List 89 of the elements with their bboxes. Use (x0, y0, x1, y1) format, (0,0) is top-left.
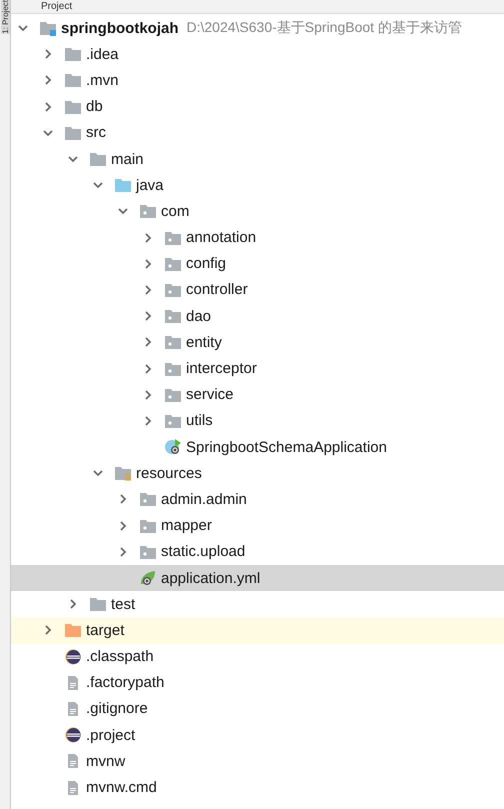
folder-icon (64, 124, 82, 141)
leaf-icon (139, 570, 157, 586)
tree-item[interactable]: .project (11, 722, 504, 748)
item-name: dao (186, 308, 212, 325)
item-name: .idea (86, 46, 119, 63)
folder-icon (89, 151, 107, 168)
item-name: mapper (161, 517, 212, 534)
item-name: SpringbootSchemaApplication (186, 438, 387, 456)
tree-item[interactable]: dao (11, 303, 504, 330)
module-folder-icon (39, 20, 57, 36)
tree-item[interactable]: .gitignore (11, 696, 504, 722)
eclipse-icon (64, 727, 82, 744)
project-path: D:\2024\S630-基于SpringBoot 的基于来访管 (186, 19, 462, 38)
package-folder-icon (164, 308, 182, 324)
folder-icon (64, 98, 82, 115)
tree-item[interactable]: db (11, 94, 504, 120)
tree-item[interactable]: .idea (11, 41, 504, 68)
item-name: interceptor (186, 360, 257, 378)
tree-item[interactable]: service (11, 382, 504, 408)
package-folder-icon (164, 386, 182, 403)
item-name: config (186, 255, 226, 272)
item-name: .mvn (86, 72, 119, 89)
item-name: service (186, 386, 234, 404)
tree-item[interactable]: main (11, 146, 504, 172)
folder-icon (89, 596, 107, 612)
item-name: main (111, 150, 144, 168)
tree-item[interactable]: target (11, 617, 504, 644)
package-folder-icon (164, 412, 182, 429)
tree-item[interactable]: mvnw.cmd (11, 774, 504, 801)
tree-item[interactable]: interceptor (11, 355, 504, 382)
package-folder-icon (164, 256, 182, 272)
item-name: static.upload (161, 543, 246, 560)
item-name: test (111, 596, 136, 613)
item-name: utils (186, 412, 213, 430)
package-folder-icon (164, 334, 182, 350)
item-name: mvnw.cmd (86, 779, 157, 796)
spring-class-icon (164, 439, 182, 456)
item-name: .classpath (86, 648, 154, 666)
item-name: com (161, 202, 190, 220)
item-name: application.yml (161, 570, 260, 587)
tree-item[interactable]: java (11, 172, 504, 198)
panel-title[interactable]: Project (41, 1, 72, 12)
tree-item[interactable]: mapper (11, 512, 504, 539)
tree-item[interactable]: src (11, 120, 504, 146)
project-root-row[interactable]: springbootkojah D:\2024\S630-基于SpringBoot 的基于来访管 (11, 15, 504, 42)
package-folder-icon (164, 360, 182, 377)
item-name: admin.admin (161, 490, 247, 508)
item-name: db (86, 98, 103, 116)
item-name: entity (186, 334, 222, 351)
item-name: java (136, 176, 164, 194)
item-name: .factorypath (86, 674, 164, 692)
project-tool-tab[interactable]: 1: Project (0, 0, 10, 34)
item-name: controller (186, 281, 248, 298)
tree-item[interactable]: com (11, 198, 504, 224)
tree-item[interactable]: application.yml (11, 564, 504, 592)
tree-item[interactable]: SpringbootSchemaApplication (11, 434, 504, 460)
item-name: springbootkojah (61, 20, 178, 37)
package-folder-icon (139, 203, 157, 220)
eclipse-icon (64, 648, 82, 665)
item-name: .project (86, 726, 136, 744)
package-folder-icon (164, 230, 182, 246)
tree-item[interactable]: .mvn (11, 67, 504, 94)
tree-item[interactable]: .factorypath (11, 670, 504, 696)
tree-item[interactable]: utils (11, 408, 504, 434)
tree-item[interactable]: mvnw (11, 748, 504, 774)
package-folder-icon (139, 518, 157, 534)
tree-item[interactable]: entity (11, 329, 504, 356)
tree-item[interactable]: config (11, 250, 504, 277)
tree-item[interactable]: test (11, 591, 504, 618)
tree-item[interactable]: static.upload (11, 538, 504, 565)
tree-item[interactable]: .classpath (11, 644, 504, 670)
package-folder-icon (164, 282, 182, 298)
folder-icon (64, 46, 82, 62)
tree-item[interactable]: annotation (11, 224, 504, 251)
tree-item[interactable]: resources (11, 460, 504, 486)
package-folder-icon (139, 491, 157, 508)
package-folder-icon (139, 544, 157, 560)
item-name: .gitignore (86, 700, 148, 718)
item-name: target (86, 622, 124, 639)
item-name: src (86, 124, 106, 142)
item-name: resources (136, 464, 202, 482)
folder-icon (114, 177, 132, 194)
folder-icon (64, 622, 82, 638)
resources-folder-icon (114, 465, 132, 482)
folder-icon (64, 72, 82, 88)
tree-item[interactable]: controller (11, 276, 504, 304)
tree-item[interactable]: admin.admin (11, 486, 504, 513)
item-name: mvnw (86, 752, 126, 770)
item-name: annotation (186, 229, 256, 246)
